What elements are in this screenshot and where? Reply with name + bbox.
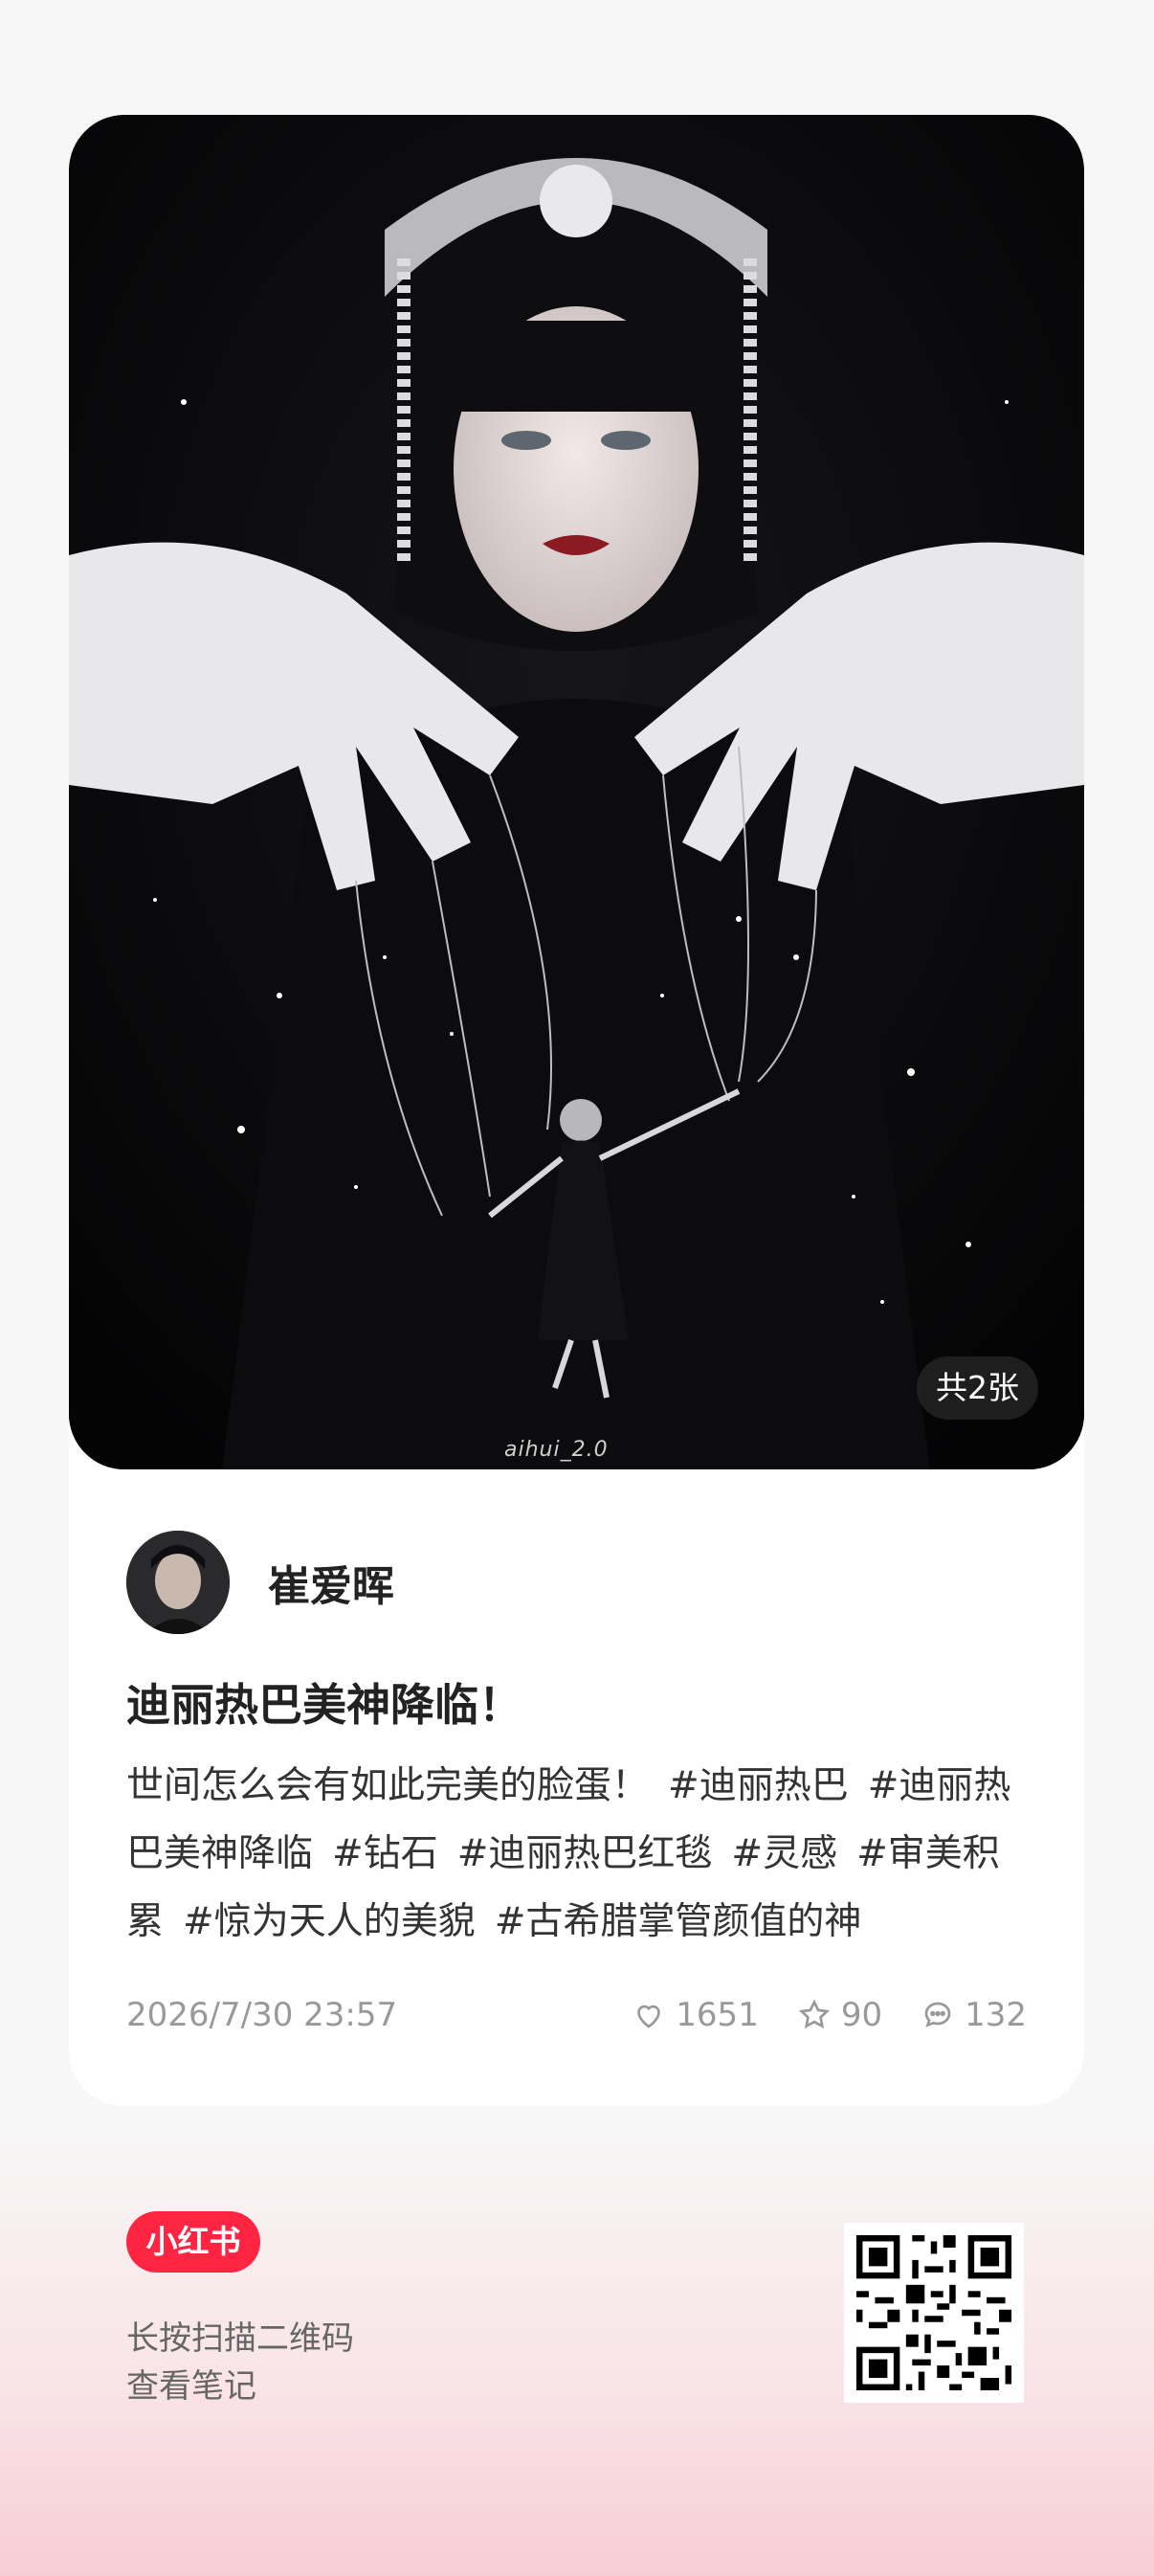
- star-icon: [798, 1999, 831, 2029]
- heart-icon: [637, 2005, 661, 2028]
- hashtag[interactable]: #迪丽热巴红毯: [457, 1832, 713, 1875]
- like-stat[interactable]: 1651: [632, 1996, 759, 2034]
- comment-stat[interactable]: 132: [921, 1996, 1027, 2034]
- qr-code[interactable]: [844, 2223, 1024, 2403]
- note-body: 世间怎么会有如此完美的脸蛋！ #迪丽热巴 #迪丽热巴美神降临 #钻石 #迪丽热巴红毯 #灵…: [126, 1752, 1035, 1956]
- xiaohongshu-logo: 小红书: [126, 2211, 260, 2273]
- footer-instructions: 长按扫描二维码 查看笔记: [126, 2315, 354, 2410]
- author-name[interactable]: 崔爱晖: [268, 1552, 394, 1613]
- note-body-text: 世间怎么会有如此完美的脸蛋！: [126, 1764, 650, 1807]
- note-card[interactable]: 共2张 aihui_2.0 崔爱晖 迪丽热巴美神降临！ 世间怎么会有如此完美的脸…: [69, 115, 1084, 2106]
- hashtag[interactable]: #灵感: [731, 1832, 837, 1875]
- favorite-stat[interactable]: 90: [797, 1996, 882, 2034]
- author-row[interactable]: 崔爱晖: [126, 1530, 394, 1635]
- like-count: 1651: [676, 1996, 759, 2034]
- hashtag[interactable]: #古希腊掌管颜值的神: [495, 1900, 862, 1943]
- avatar[interactable]: [126, 1531, 230, 1634]
- note-date: 2026/7/30 23:57: [126, 1996, 398, 2034]
- image-count-badge: 共2张: [917, 1356, 1038, 1420]
- note-meta: 2026/7/30 23:57 1651 90 132: [126, 1991, 1027, 2039]
- photo-illustration: [69, 115, 1084, 1469]
- note-photo[interactable]: 共2张 aihui_2.0: [69, 115, 1084, 1469]
- hashtag[interactable]: #钻石: [332, 1832, 438, 1875]
- avatar-image: [126, 1531, 230, 1634]
- hashtag[interactable]: #迪丽热巴: [668, 1764, 849, 1807]
- favorite-count: 90: [840, 1996, 883, 2034]
- footer-line-2: 查看笔记: [126, 2367, 256, 2406]
- footer-line-1: 长按扫描二维码: [126, 2319, 354, 2358]
- comment-count: 132: [965, 1996, 1027, 2034]
- image-watermark: aihui_2.0: [504, 1438, 609, 1462]
- note-title: 迪丽热巴美神降临！: [126, 1679, 522, 1731]
- comment-icon: [924, 2002, 951, 2027]
- hashtag[interactable]: #惊为天人的美貌: [183, 1900, 476, 1943]
- qr-code-icon: [844, 2223, 1024, 2403]
